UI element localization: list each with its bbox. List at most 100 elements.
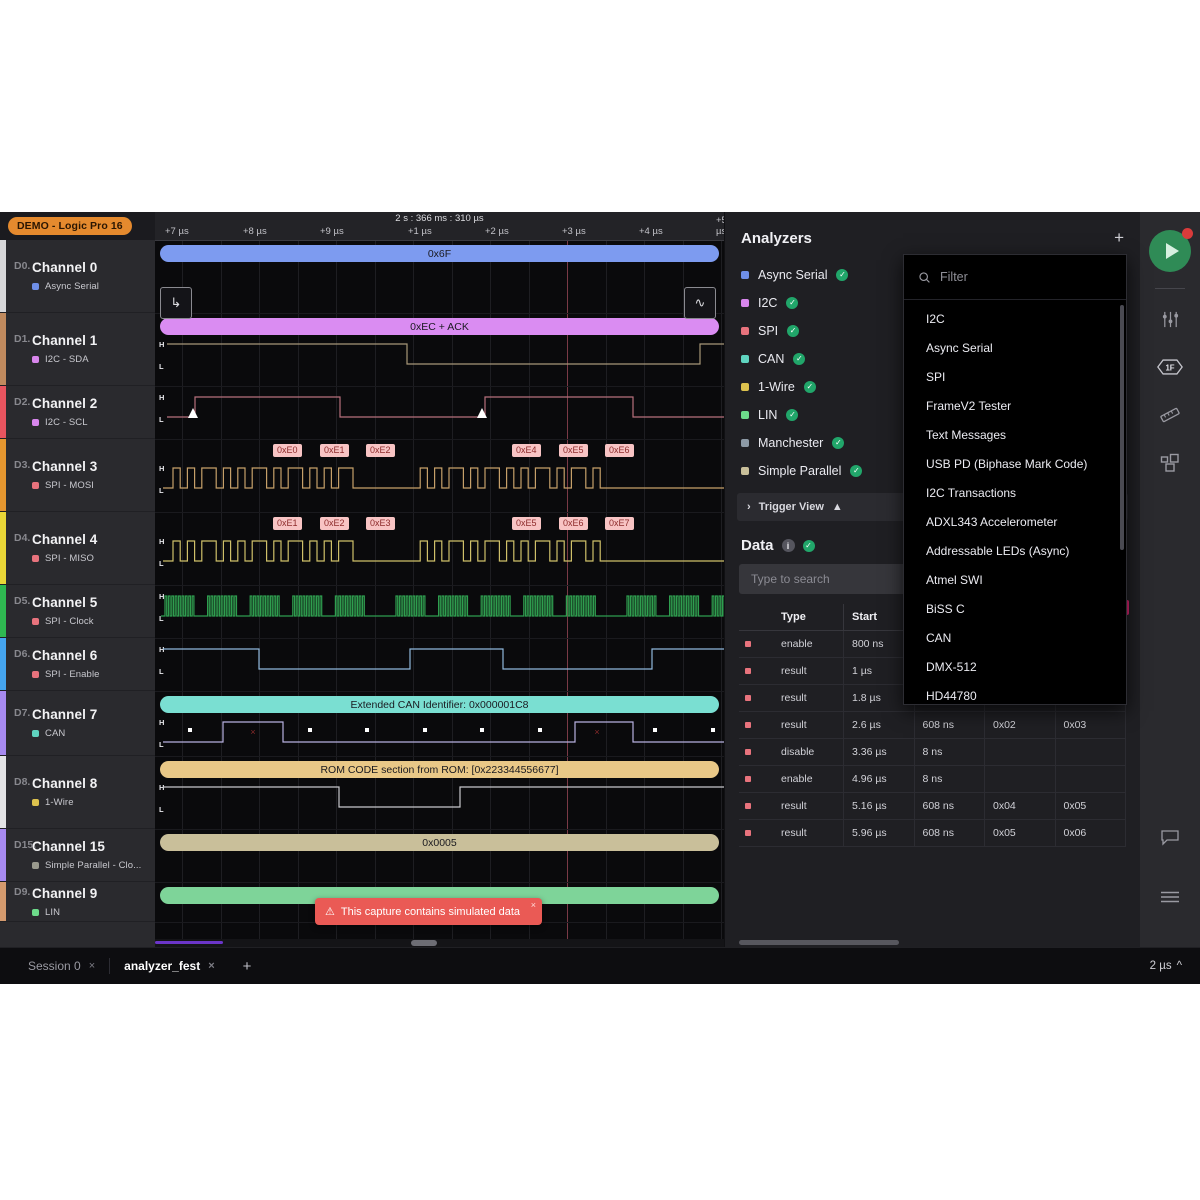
channel-item-channel-7[interactable]: D7. Channel 7 CAN — [0, 691, 155, 756]
table-row[interactable]: result 5.96 µs 608 ns 0x05 0x06 — [739, 819, 1126, 847]
data-value-label[interactable]: 0xE2 — [320, 517, 349, 530]
dropdown-option[interactable]: ADXL343 Accelerometer — [904, 507, 1126, 536]
waveform-rows[interactable]: 0x6F 0xEC + ACK H L H L 0xE0 0xE1 0xE2 0xE4 0xE5 0x… — [155, 241, 730, 947]
dropdown-option[interactable]: DMX-512 — [904, 652, 1126, 681]
waveform-row[interactable]: HL — [155, 586, 730, 639]
data-value-label[interactable]: 0xE6 — [559, 517, 588, 530]
channel-item-channel-4[interactable]: D4. Channel 4 SPI - MISO — [0, 512, 155, 585]
data-value-label[interactable]: 0xE0 — [273, 444, 302, 457]
check-circle-icon[interactable]: ✓ — [836, 269, 849, 281]
analyzer-result-bubble[interactable]: ROM CODE section from ROM: [0x2233445566… — [160, 761, 719, 778]
data-value-label[interactable]: 0xE4 — [512, 444, 541, 457]
dropdown-option[interactable]: FrameV2 Tester — [904, 391, 1126, 420]
channel-item-channel-5[interactable]: D5. Channel 5 SPI - Clock — [0, 585, 155, 638]
check-circle-icon[interactable]: ✓ — [793, 353, 806, 365]
scrollbar-thumb[interactable] — [411, 940, 437, 946]
check-circle-icon[interactable]: ✓ — [787, 325, 800, 337]
1f-hex-icon[interactable]: 1F — [1153, 350, 1187, 384]
data-value-label[interactable]: 0xE5 — [559, 444, 588, 457]
waveform-row[interactable]: 0x0005 — [155, 830, 724, 883]
dropdown-option-list[interactable]: I2C Async Serial SPI FrameV2 Tester Text Mes… — [904, 300, 1126, 704]
table-row[interactable]: result 5.16 µs 608 ns 0x04 0x05 — [739, 792, 1126, 820]
check-circle-icon[interactable]: ✓ — [803, 381, 816, 393]
session-tab[interactable]: Session 0 × — [14, 948, 109, 984]
close-icon[interactable]: × — [208, 960, 214, 972]
analyzer-name: SPI — [758, 324, 779, 338]
comment-icon[interactable] — [1153, 820, 1187, 854]
waveform-row[interactable]: HL — [155, 387, 727, 440]
dropdown-option[interactable]: BiSS C — [904, 594, 1126, 623]
dropdown-option[interactable]: CAN — [904, 623, 1126, 652]
dropdown-option[interactable]: Addressable LEDs (Async) — [904, 536, 1126, 565]
dropdown-option[interactable]: I2C Transactions — [904, 478, 1126, 507]
data-value-label[interactable]: 0xE1 — [320, 444, 349, 457]
dropdown-option[interactable]: Text Messages — [904, 420, 1126, 449]
dropdown-option[interactable]: USB PD (Biphase Mark Code) — [904, 449, 1126, 478]
close-icon[interactable]: × — [531, 900, 536, 910]
row-marker — [739, 792, 773, 820]
add-tab-button[interactable]: + — [229, 958, 266, 975]
analyzer-picker-dropdown[interactable]: Filter I2C Async Serial SPI FrameV2 Tester T… — [903, 254, 1127, 705]
waveform-row[interactable]: 0xEC + ACK H L — [155, 314, 727, 387]
dropdown-option[interactable]: HD44780 — [904, 681, 1126, 704]
dropdown-option[interactable]: Async Serial — [904, 333, 1126, 362]
data-value-label[interactable]: 0xE7 — [605, 517, 634, 530]
check-circle-icon[interactable]: ✓ — [850, 465, 863, 477]
analyzer-result-bubble[interactable]: 0xEC + ACK — [160, 318, 719, 335]
dropdown-scrollbar-thumb[interactable] — [1120, 305, 1124, 550]
table-row[interactable]: disable 3.36 µs 8 ns — [739, 738, 1126, 766]
zoom-level-control[interactable]: 2 µs ^ — [1150, 960, 1200, 972]
channel-item-channel-15[interactable]: D15. Channel 15 Simple Parallel - Clo... — [0, 829, 155, 882]
table-row[interactable]: enable 4.96 µs 8 ns — [739, 765, 1126, 793]
waveform-row[interactable]: HL — [155, 639, 727, 692]
start-capture-button[interactable] — [1149, 228, 1193, 272]
waveform-row[interactable]: 0x6F — [155, 241, 724, 314]
analyzer-result-bubble[interactable]: Extended CAN Identifier: 0x000001C8 — [160, 696, 719, 713]
dropdown-option[interactable]: I2C — [904, 304, 1126, 333]
waveform-row[interactable]: Extended CAN Identifier: 0x000001C8 H L × × — [155, 692, 727, 757]
measurement-badge-right[interactable]: ∿ — [684, 287, 716, 319]
channel-item-channel-8[interactable]: D8. Channel 8 1-Wire — [0, 756, 155, 829]
session-tab[interactable]: analyzer_fest × — [110, 948, 228, 984]
waveform-row[interactable]: 0xE1 0xE2 0xE3 0xE5 0xE6 0xE7 H L — [155, 513, 727, 586]
device-badge[interactable]: DEMO - Logic Pro 16 — [8, 217, 132, 235]
check-circle-icon[interactable]: ✓ — [786, 297, 799, 309]
measurement-badge-left[interactable]: ↳ — [160, 287, 192, 319]
channel-item-channel-9[interactable]: D9. Channel 9 LIN — [0, 882, 155, 922]
data-value-label[interactable]: 0xE3 — [366, 517, 395, 530]
check-circle-icon[interactable]: ✓ — [832, 437, 845, 449]
sliders-icon[interactable] — [1153, 302, 1187, 336]
table-horizontal-scrollbar[interactable] — [739, 940, 899, 945]
ruler-icon[interactable] — [1153, 398, 1187, 432]
analyzer-color-dot — [32, 862, 39, 869]
data-value-label[interactable]: 0xE1 — [273, 517, 302, 530]
channel-item-channel-3[interactable]: D3. Channel 3 SPI - MOSI — [0, 439, 155, 512]
data-value-label[interactable]: 0xE2 — [366, 444, 395, 457]
channel-item-channel-1[interactable]: D1. Channel 1 I2C - SDA — [0, 313, 155, 386]
check-circle-icon[interactable]: ✓ — [786, 409, 799, 421]
horizontal-scrollbar[interactable] — [155, 939, 724, 947]
channel-item-channel-6[interactable]: D6. Channel 6 SPI - Enable — [0, 638, 155, 691]
analyzer-result-bubble[interactable]: 0x0005 — [160, 834, 719, 851]
dropdown-filter-row[interactable]: Filter — [904, 255, 1126, 300]
data-value-label[interactable]: 0xE5 — [512, 517, 541, 530]
channel-item-channel-0[interactable]: D0. Channel 0 Async Serial — [0, 240, 155, 313]
table-row[interactable]: result 2.6 µs 608 ns 0x02 0x03 — [739, 711, 1126, 739]
analyzer-name: 1-Wire — [758, 380, 795, 394]
channel-analyzer-label: I2C - SDA — [45, 354, 89, 365]
dropdown-option[interactable]: Atmel SWI — [904, 565, 1126, 594]
channel-item-channel-2[interactable]: D2. Channel 2 I2C - SCL — [0, 386, 155, 439]
close-icon[interactable]: × — [89, 960, 95, 972]
column-header-type[interactable]: Type — [773, 604, 844, 631]
data-value-label[interactable]: 0xE6 — [605, 444, 634, 457]
dropdown-option[interactable]: SPI — [904, 362, 1126, 391]
info-icon[interactable]: i — [781, 539, 795, 552]
menu-icon[interactable] — [1153, 880, 1187, 914]
add-analyzer-button[interactable]: + — [1114, 229, 1124, 246]
blocks-icon[interactable] — [1153, 446, 1187, 480]
analyzer-result-bubble[interactable]: 0x6F — [160, 245, 719, 262]
waveform-row[interactable]: ROM CODE section from ROM: [0x2233445566… — [155, 757, 727, 830]
waveform-row[interactable]: 0xE0 0xE1 0xE2 0xE4 0xE5 0xE6 H L — [155, 440, 727, 513]
timeline-ruler[interactable]: 2 s : 366 ms : 310 µs +7 µs +8 µs +9 µs +1 … — [155, 212, 804, 241]
analyzer-name: I2C — [758, 296, 778, 310]
